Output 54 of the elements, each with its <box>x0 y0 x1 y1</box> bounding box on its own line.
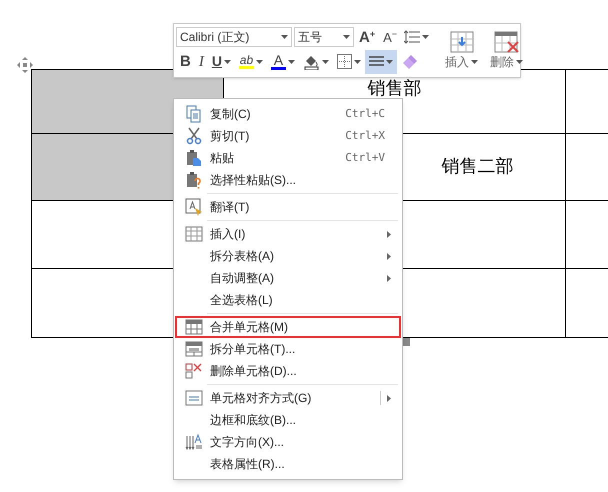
move-handle-icon[interactable] <box>17 57 33 73</box>
menu-item[interactable]: 复制(C) Ctrl+C <box>175 103 401 125</box>
text-direction-icon <box>185 433 203 451</box>
menu-item[interactable]: 拆分单元格(T)... <box>175 338 401 360</box>
table-icon <box>185 225 203 243</box>
borders-icon <box>336 54 352 70</box>
underline-button[interactable]: U <box>208 50 235 74</box>
menu-item[interactable]: 翻译(T) <box>175 196 401 218</box>
shrink-font-button[interactable]: A$^{−}$ <box>380 30 400 44</box>
copy-icon <box>185 105 203 123</box>
delete-cells-icon <box>185 362 203 380</box>
caret-icon <box>422 35 430 40</box>
caret-icon <box>516 60 524 64</box>
menu-item[interactable]: 插入(I) <box>175 223 401 245</box>
align-icon <box>185 389 203 407</box>
cell-text: 销售二部 <box>442 158 514 176</box>
clipboard-question-icon <box>185 171 203 189</box>
align-icon <box>368 55 384 68</box>
delete-button[interactable]: 删除 <box>484 24 530 77</box>
menu-item[interactable]: 全选表格(L) <box>175 289 401 311</box>
scissors-icon <box>185 127 203 145</box>
line-spacing-button[interactable] <box>402 30 432 44</box>
paintbrush-icon <box>400 52 419 71</box>
menu-item[interactable]: 选择性粘贴(S)... <box>175 169 401 191</box>
table-insert-icon <box>450 30 474 52</box>
menu-item[interactable]: 粘贴 Ctrl+V <box>175 147 401 169</box>
merge-cells-icon <box>185 318 203 336</box>
menu-item[interactable]: 拆分表格(A) <box>175 245 401 267</box>
bold-button[interactable]: B <box>176 50 195 74</box>
translate-icon <box>185 198 203 216</box>
menu-item[interactable]: 删除单元格(D)... <box>175 360 401 382</box>
cell-text: 销售部 <box>368 80 422 98</box>
caret-icon <box>281 35 288 40</box>
clipboard-icon <box>185 149 203 167</box>
menu-item[interactable]: 合并单元格(M) <box>175 316 401 338</box>
caret-icon <box>471 60 478 64</box>
paint-bucket-icon <box>302 53 320 70</box>
menu-item[interactable]: 单元格对齐方式(G) <box>175 387 401 409</box>
font-size-field[interactable]: 五号 <box>294 27 354 48</box>
menu-item[interactable]: 自动调整(A) <box>175 267 401 289</box>
menu-item[interactable]: 文字方向(X)... <box>175 431 401 453</box>
grow-font-button[interactable]: A$^{+}$ <box>356 30 378 45</box>
highlight-button[interactable]: ab <box>234 50 267 74</box>
align-button[interactable] <box>364 50 397 74</box>
split-cells-icon <box>185 340 203 358</box>
fontcolor-button[interactable]: A <box>266 50 299 74</box>
font-field[interactable]: Calibri (正文) <box>176 27 292 48</box>
menu-item[interactable]: 边框和底纹(B)... <box>175 409 401 431</box>
insert-button[interactable]: 插入 <box>439 24 484 77</box>
italic-button[interactable]: I <box>194 50 208 74</box>
menu-item[interactable]: 剪切(T) Ctrl+X <box>175 125 401 147</box>
caret-icon <box>343 35 350 40</box>
menu-item[interactable]: 表格属性(R)... <box>175 453 401 475</box>
line-spacing-icon <box>404 30 420 44</box>
